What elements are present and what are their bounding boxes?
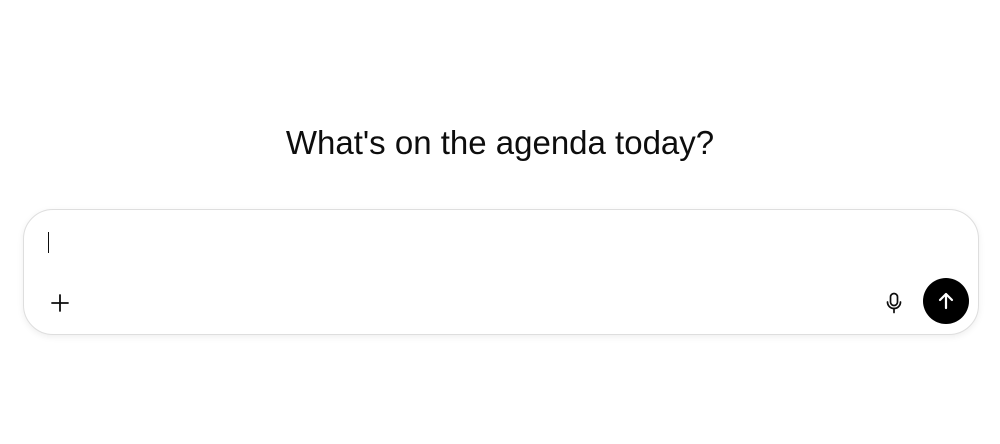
text-caret bbox=[48, 232, 49, 253]
chat-composer bbox=[23, 209, 979, 335]
add-attachment-button[interactable] bbox=[46, 289, 74, 317]
voice-input-button[interactable] bbox=[880, 289, 908, 317]
send-button[interactable] bbox=[923, 278, 969, 324]
microphone-icon bbox=[886, 292, 902, 314]
page-heading: What's on the agenda today? bbox=[285, 124, 715, 161]
arrow-up-icon bbox=[938, 292, 954, 310]
plus-icon bbox=[51, 294, 69, 312]
prompt-input[interactable] bbox=[48, 232, 928, 258]
